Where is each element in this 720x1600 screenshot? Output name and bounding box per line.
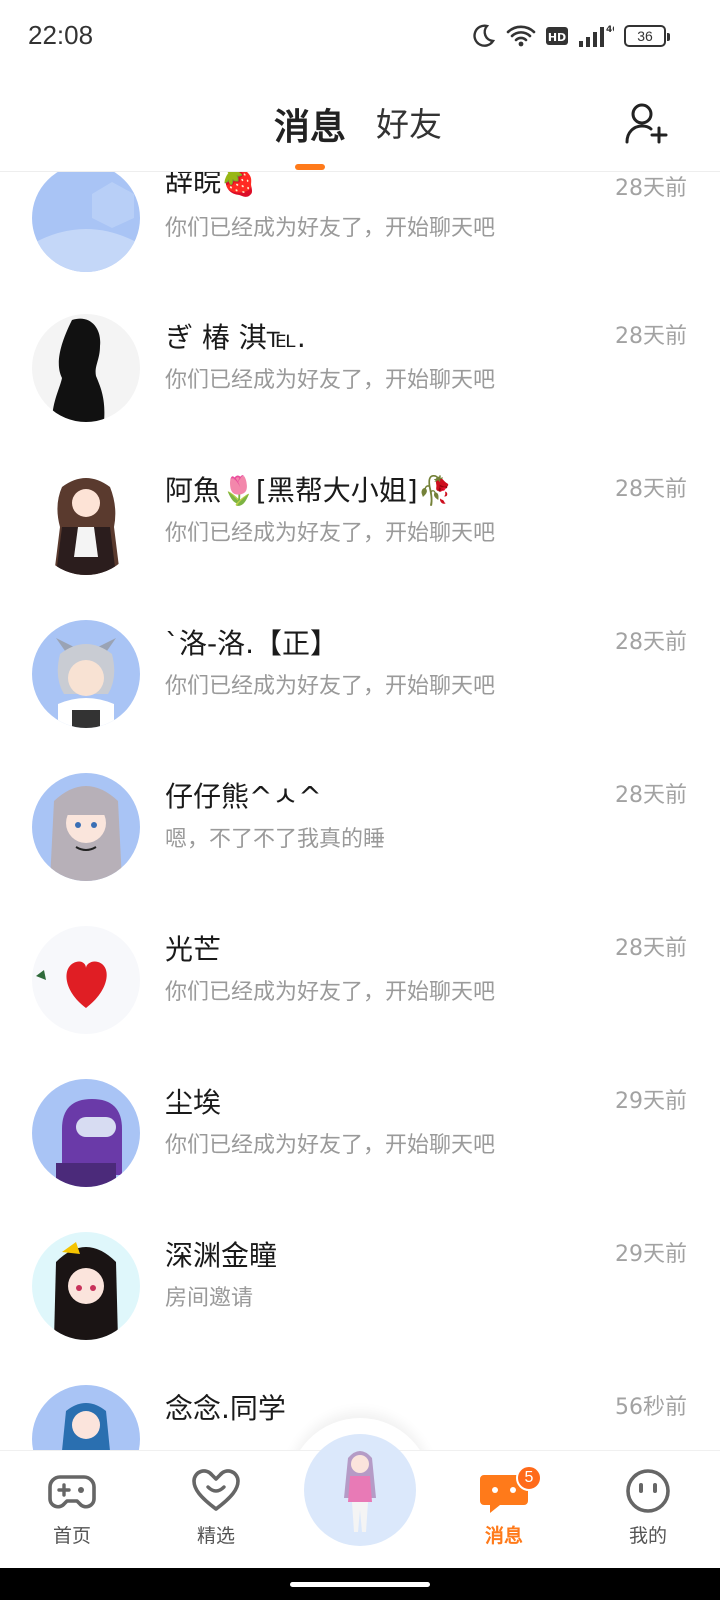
contact-name: 辞皖🍓 (165, 172, 256, 198)
message-time: 28天前 (615, 630, 687, 655)
nav-home-label: 首页 (52, 1525, 91, 1547)
message-time: 28天前 (615, 477, 687, 502)
status-time: 22:08 (28, 20, 94, 50)
face-icon (626, 1469, 670, 1513)
conversation-row[interactable]: ぎ 椿 淇℡. 你们已经成为好友了，开始聊天吧 28天前 (0, 314, 720, 470)
message-time: 28天前 (615, 783, 687, 808)
avatar (32, 467, 140, 575)
contact-name: 深渊金瞳 (165, 1239, 278, 1272)
message-preview: 房间邀请 (165, 1286, 254, 1311)
nav-me[interactable]: 我的 (598, 1465, 698, 1548)
message-preview: 你们已经成为好友了，开始聊天吧 (165, 216, 496, 241)
tab-friends[interactable]: 好友 (376, 98, 442, 146)
contact-name: 阿魚🌷[黑帮大小姐]🥀 (165, 474, 453, 507)
message-time: 29天前 (615, 1242, 687, 1267)
conversation-row[interactable]: 深渊金瞳 房间邀请 29天前 (0, 1232, 720, 1388)
avatar (32, 1232, 140, 1340)
message-preview: 嗯，不了不了我真的睡 (165, 827, 386, 852)
hd-icon: HD (546, 27, 568, 45)
conversation-list[interactable]: 辞皖🍓 你们已经成为好友了，开始聊天吧 28天前 ぎ 椿 淇℡. 你们已经成为好… (0, 172, 720, 1450)
center-avatar-button[interactable] (304, 1434, 416, 1546)
conversation-row[interactable]: 阿魚🌷[黑帮大小姐]🥀 你们已经成为好友了，开始聊天吧 28天前 (0, 467, 720, 623)
home-indicator[interactable] (290, 1582, 430, 1587)
nav-messages-label: 消息 (484, 1525, 523, 1547)
avatar (32, 172, 140, 272)
avatar (32, 926, 140, 1034)
nav-messages[interactable]: 5 消息 (454, 1465, 554, 1548)
nav-featured[interactable]: 精选 (166, 1465, 266, 1548)
svg-text:HD: HD (548, 31, 566, 44)
nav-featured-label: 精选 (196, 1525, 235, 1547)
wifi-icon (506, 25, 536, 47)
contact-name: 念念.同学 (165, 1392, 286, 1425)
contact-name: ぎ 椿 淇℡. (165, 321, 306, 354)
message-time: 28天前 (615, 936, 687, 961)
message-preview: 你们已经成为好友了，开始聊天吧 (165, 980, 496, 1005)
message-preview: 你们已经成为好友了，开始聊天吧 (165, 521, 496, 546)
contact-name: 光芒 (165, 933, 222, 966)
message-time: 28天前 (615, 324, 687, 349)
battery-icon: 36 (624, 25, 670, 47)
heart-icon (192, 1469, 240, 1511)
conversation-row[interactable]: 尘埃 你们已经成为好友了，开始聊天吧 29天前 (0, 1079, 720, 1235)
conversation-row[interactable]: 光芒 你们已经成为好友了，开始聊天吧 28天前 (0, 926, 720, 1082)
conversation-row[interactable]: `洛-洛.【正】 你们已经成为好友了，开始聊天吧 28天前 (0, 620, 720, 776)
status-icons: HD 4G 36 (470, 20, 670, 52)
avatar (32, 773, 140, 881)
message-preview: 你们已经成为好友了，开始聊天吧 (165, 1133, 496, 1158)
avatar (32, 1079, 140, 1187)
avatar (32, 1385, 140, 1450)
contact-name: 仔仔熊^ㅅ^ (165, 780, 322, 813)
avatar (32, 620, 140, 728)
nav-me-label: 我的 (628, 1525, 667, 1547)
avatar (32, 314, 140, 422)
unread-badge: 5 (516, 1465, 542, 1491)
message-preview: 你们已经成为好友了，开始聊天吧 (165, 368, 496, 393)
network-type: 4G (606, 25, 614, 35)
message-time: 28天前 (615, 176, 687, 201)
conversation-row[interactable]: 仔仔熊^ㅅ^ 嗯，不了不了我真的睡 28天前 (0, 773, 720, 929)
gamepad-icon (48, 1475, 96, 1509)
character-avatar (304, 1434, 416, 1546)
message-time: 29天前 (615, 1089, 687, 1114)
moon-icon (473, 24, 496, 47)
message-preview: 你们已经成为好友了，开始聊天吧 (165, 674, 496, 699)
signal-icon: 4G (579, 25, 614, 47)
add-friend-icon[interactable] (624, 100, 670, 146)
contact-name: `洛-洛.【正】 (165, 627, 339, 660)
nav-home[interactable]: 首页 (22, 1465, 122, 1548)
active-tab-indicator (295, 164, 325, 170)
header: 消息 好友 (0, 76, 720, 172)
conversation-row[interactable]: 辞皖🍓 你们已经成为好友了，开始聊天吧 28天前 (0, 172, 720, 320)
tab-messages[interactable]: 消息 (274, 98, 346, 150)
message-time: 56秒前 (615, 1395, 687, 1420)
status-bar: 22:08 HD 4G 36 (0, 0, 720, 76)
contact-name: 尘埃 (165, 1086, 222, 1119)
